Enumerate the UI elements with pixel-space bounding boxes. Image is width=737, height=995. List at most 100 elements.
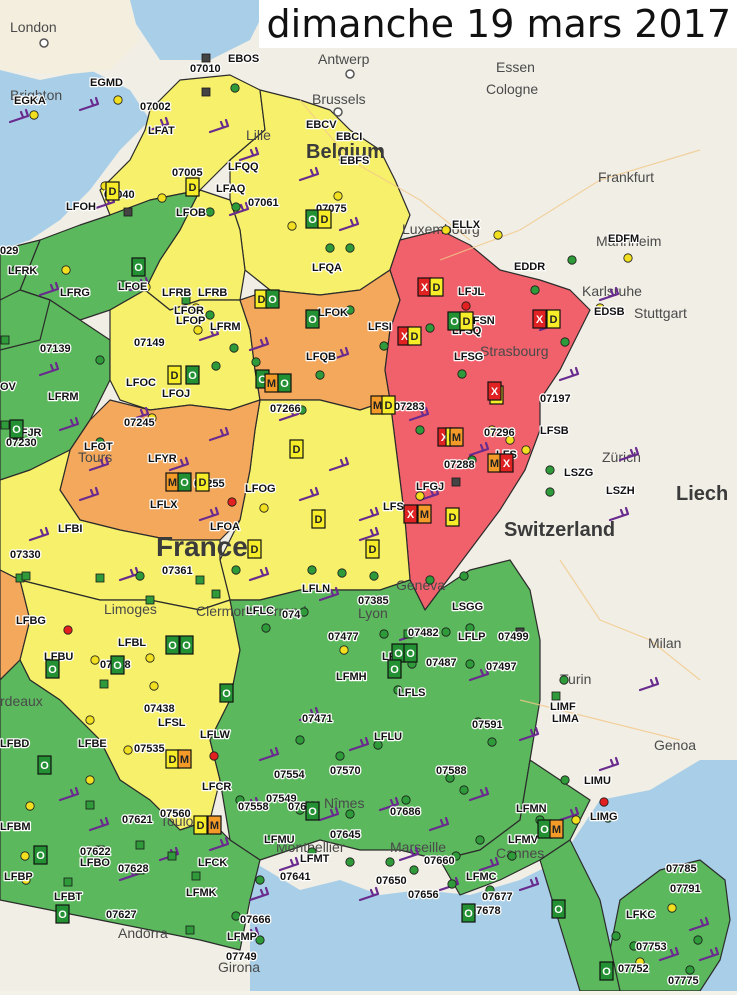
station-dot[interactable] xyxy=(685,965,695,975)
station-dot[interactable] xyxy=(521,445,531,455)
station-dot[interactable] xyxy=(85,775,95,785)
station-dot[interactable] xyxy=(345,809,355,819)
station-dot[interactable] xyxy=(230,83,240,93)
station-square[interactable] xyxy=(195,575,205,585)
station-dot[interactable] xyxy=(205,207,215,217)
station-square[interactable] xyxy=(145,595,155,605)
station-square[interactable] xyxy=(167,851,177,861)
station-dot[interactable] xyxy=(20,851,30,861)
station-dot[interactable] xyxy=(507,851,517,861)
station-square[interactable] xyxy=(99,679,109,689)
station-dot[interactable] xyxy=(461,301,471,311)
station-dot[interactable] xyxy=(425,575,435,585)
station-dot[interactable] xyxy=(299,607,309,617)
station-dot[interactable] xyxy=(457,369,467,379)
station-dot[interactable] xyxy=(25,801,35,811)
station-square[interactable] xyxy=(551,691,561,701)
station-dot[interactable] xyxy=(113,95,123,105)
station-dot[interactable] xyxy=(441,627,451,637)
station-dot[interactable] xyxy=(227,497,237,507)
station-dot[interactable] xyxy=(459,785,469,795)
station-square[interactable] xyxy=(123,207,133,217)
station-dot[interactable] xyxy=(441,225,451,235)
station-dot[interactable] xyxy=(559,675,569,685)
station-dot[interactable] xyxy=(231,565,241,575)
station-dot[interactable] xyxy=(205,310,215,320)
station-dot[interactable] xyxy=(379,341,389,351)
station-dot[interactable] xyxy=(415,425,425,435)
station-dot[interactable] xyxy=(287,221,297,231)
weather-map[interactable]: London Antwerp Essen Cologne Brussels Lille Be… xyxy=(0,0,737,992)
station-dot[interactable] xyxy=(385,857,395,867)
station-square[interactable] xyxy=(185,925,195,935)
station-dot[interactable] xyxy=(85,715,95,725)
station-dot[interactable] xyxy=(335,751,345,761)
station-dot[interactable] xyxy=(415,491,425,501)
station-dot[interactable] xyxy=(369,571,379,581)
station-dot[interactable] xyxy=(157,193,167,203)
station-dot[interactable] xyxy=(560,775,570,785)
station-dot[interactable] xyxy=(459,571,469,581)
station-square[interactable] xyxy=(211,589,221,599)
station-dot[interactable] xyxy=(90,655,100,665)
station-dot[interactable] xyxy=(61,265,71,275)
station-dot[interactable] xyxy=(571,815,581,825)
station-square[interactable] xyxy=(451,477,461,487)
station-dot[interactable] xyxy=(465,659,475,669)
station-dot[interactable] xyxy=(623,253,633,263)
station-dot[interactable] xyxy=(401,795,411,805)
station-square[interactable] xyxy=(85,800,95,810)
station-dot[interactable] xyxy=(530,285,540,295)
station-dot[interactable] xyxy=(193,325,203,335)
station-dot[interactable] xyxy=(259,503,269,513)
station-dot[interactable] xyxy=(425,323,435,333)
station-dot[interactable] xyxy=(475,835,485,845)
station-dot[interactable] xyxy=(261,623,271,633)
station-dot[interactable] xyxy=(447,879,457,889)
station-square[interactable] xyxy=(201,53,211,63)
station-dot[interactable] xyxy=(345,243,355,253)
station-dot[interactable] xyxy=(599,797,609,807)
station-square[interactable] xyxy=(135,840,145,850)
station-dot[interactable] xyxy=(493,230,503,240)
station-dot[interactable] xyxy=(95,355,105,365)
station-square[interactable] xyxy=(95,573,105,583)
station-dot[interactable] xyxy=(315,370,325,380)
station-dot[interactable] xyxy=(251,357,261,367)
station-dot[interactable] xyxy=(135,571,145,581)
station-square[interactable] xyxy=(201,87,211,97)
station-dot[interactable] xyxy=(339,645,349,655)
station-square[interactable] xyxy=(0,420,10,430)
station-dot[interactable] xyxy=(295,735,305,745)
station-dot[interactable] xyxy=(545,465,555,475)
station-dot[interactable] xyxy=(379,629,389,639)
station-square[interactable] xyxy=(191,871,201,881)
station-dot[interactable] xyxy=(255,875,265,885)
station-dot[interactable] xyxy=(693,935,703,945)
station-dot[interactable] xyxy=(211,361,221,371)
station-dot[interactable] xyxy=(307,565,317,575)
station-dot[interactable] xyxy=(231,202,241,212)
station-dot[interactable] xyxy=(209,751,219,761)
station-dot[interactable] xyxy=(337,568,347,578)
station-dot[interactable] xyxy=(29,110,39,120)
station-square[interactable] xyxy=(21,571,31,581)
station-dot[interactable] xyxy=(145,653,155,663)
station-dot[interactable] xyxy=(123,745,133,755)
station-dot[interactable] xyxy=(487,737,497,747)
station-dot[interactable] xyxy=(345,857,355,867)
station-square[interactable] xyxy=(63,877,73,887)
station-dot[interactable] xyxy=(149,681,159,691)
station-dot[interactable] xyxy=(231,911,241,921)
station-dot[interactable] xyxy=(255,935,265,945)
station-dot[interactable] xyxy=(229,343,239,353)
station-dot[interactable] xyxy=(567,255,577,265)
station-dot[interactable] xyxy=(409,865,419,875)
station-square[interactable] xyxy=(0,335,10,345)
station-dot[interactable] xyxy=(611,931,621,941)
station-dot[interactable] xyxy=(545,487,555,497)
station-dot[interactable] xyxy=(63,625,73,635)
station-dot[interactable] xyxy=(333,191,343,201)
station-dot[interactable] xyxy=(560,337,570,347)
station-dot[interactable] xyxy=(667,903,677,913)
